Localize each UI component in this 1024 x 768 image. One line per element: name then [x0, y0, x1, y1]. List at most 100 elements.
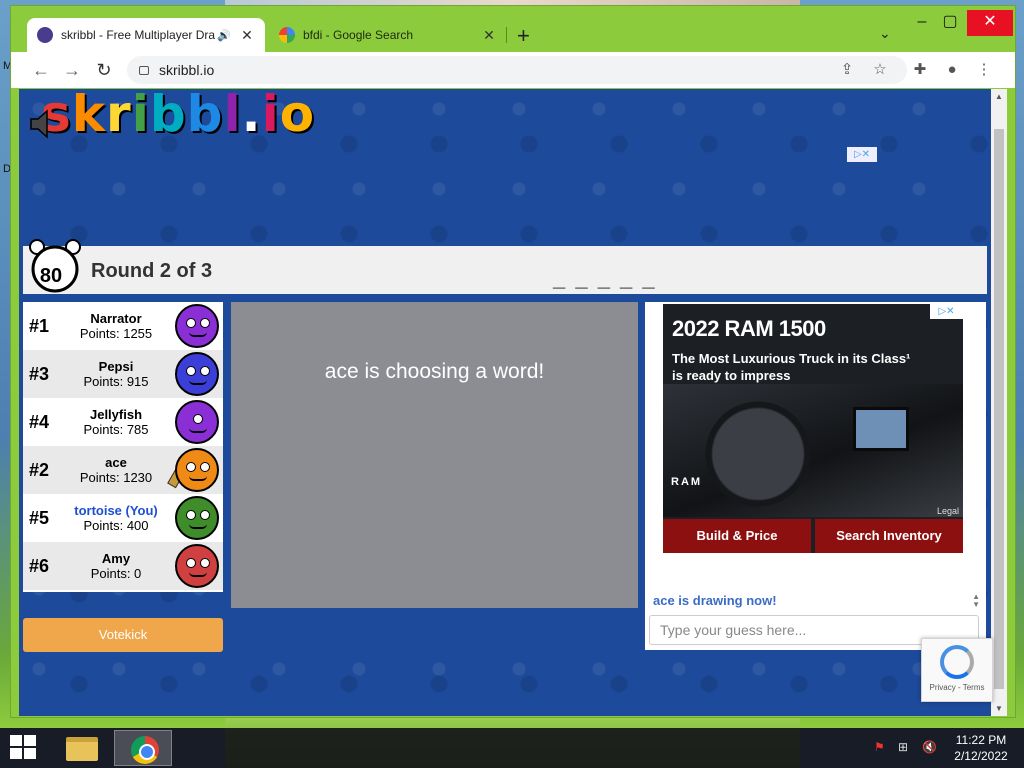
player-row[interactable]: #6 Amy Points: 0	[23, 542, 223, 590]
chrome-icon	[131, 736, 159, 764]
logo-letter: b	[149, 89, 187, 143]
logo-letter: b	[186, 89, 224, 143]
maximize-button[interactable]: ▢	[933, 10, 967, 36]
player-list: #1 Narrator Points: 1255 #3 Pepsi Points…	[23, 302, 223, 592]
clock-date: 2/12/2022	[954, 749, 1008, 763]
player-points: Points: 0	[90, 566, 142, 581]
player-row[interactable]: #2 ace Points: 1230	[23, 446, 223, 494]
search-inventory-button[interactable]: Search Inventory	[815, 519, 963, 553]
avatar-icon	[175, 544, 219, 588]
browser-window: skribbl - Free Multiplayer Dra 🔊 ✕ bfdi …	[10, 5, 1016, 718]
avatar-mouth	[189, 332, 207, 337]
skribbl-page: skribbl.io ▷✕ 80 Round 2 of 3 _ _ _ _ _ …	[19, 89, 991, 716]
browser-toolbar: ← → ↻ skribbl.io ⇪ ☆ ✚ ● ⋮	[11, 52, 1015, 88]
timer-value: 80	[39, 265, 63, 287]
player-name: Narrator	[90, 311, 142, 326]
player-points: Points: 785	[83, 422, 149, 437]
tab-close-icon[interactable]: ✕	[481, 27, 497, 44]
tab-audio-icon[interactable]: 🔊	[217, 29, 231, 42]
avatar-mouth	[189, 476, 207, 481]
clock-time: 11:22 PM	[955, 733, 1007, 747]
chat-scroll-arrows-icon[interactable]: ▲ ▼	[972, 593, 980, 609]
folder-icon	[66, 737, 98, 761]
canvas-overlay-message: ace is choosing a word!	[324, 360, 545, 383]
avatar-eye	[200, 318, 210, 328]
truck-interior-image	[663, 384, 963, 517]
tab-google-search[interactable]: bfdi - Google Search ✕	[269, 18, 507, 52]
adchoices-icon[interactable]: ▷✕	[930, 304, 963, 319]
player-info: Amy Points: 0	[63, 551, 169, 581]
bookmark-star-icon[interactable]: ☆	[870, 60, 890, 80]
sound-speaker-icon[interactable]	[29, 109, 51, 139]
player-name: Amy	[101, 551, 131, 566]
adchoices-icon[interactable]: ▷✕	[847, 147, 877, 162]
player-points: Points: 1230	[79, 470, 153, 485]
truck-screen-image	[853, 407, 909, 451]
player-info: Narrator Points: 1255	[63, 311, 169, 341]
avatar-mouth	[189, 572, 207, 577]
file-explorer-taskbar-button[interactable]	[52, 730, 110, 766]
skribbl-favicon-icon	[37, 27, 53, 43]
profile-icon[interactable]: ●	[942, 60, 962, 80]
avatar-mouth	[189, 380, 207, 385]
volume-muted-icon[interactable]: 🔇	[922, 740, 937, 754]
start-tile	[24, 735, 36, 746]
votekick-button[interactable]: Votekick	[23, 618, 223, 652]
player-points: Points: 915	[83, 374, 149, 389]
ram-advertisement[interactable]: 2022 RAM 1500 The Most Luxurious Truck i…	[663, 304, 963, 553]
avatar-icon	[175, 400, 219, 444]
player-row[interactable]: #3 Pepsi Points: 915	[23, 350, 223, 398]
action-center-flag-icon[interactable]: ⚑	[874, 740, 885, 754]
word-hint: _ _ _ _ _	[553, 266, 657, 291]
player-info: ace Points: 1230	[63, 455, 169, 485]
player-row[interactable]: #4 Jellyfish Points: 785	[23, 398, 223, 446]
network-icon[interactable]: ⊞	[898, 740, 908, 754]
player-name: ace	[105, 455, 127, 470]
start-tile	[10, 735, 22, 746]
player-name: tortoise (You)	[74, 503, 158, 518]
start-tile	[10, 748, 22, 759]
player-name: Pepsi	[98, 359, 134, 374]
scroll-down-arrow-icon[interactable]: ▼	[995, 704, 1003, 713]
close-window-button[interactable]: ✕	[967, 10, 1013, 36]
windows-start-icon[interactable]	[10, 735, 38, 761]
avatar-eye	[200, 462, 210, 472]
player-row[interactable]: #5 tortoise (You) Points: 400	[23, 494, 223, 542]
avatar-eye	[186, 366, 196, 376]
scroll-up-arrow-icon[interactable]: ▲	[995, 92, 1003, 101]
player-rank: #1	[29, 315, 50, 336]
tab-strip: skribbl - Free Multiplayer Dra 🔊 ✕ bfdi …	[11, 6, 1015, 52]
game-top-bar: 80 Round 2 of 3 _ _ _ _ _	[23, 239, 987, 294]
chat-panel: 2022 RAM 1500 The Most Luxurious Truck i…	[645, 302, 986, 650]
recaptcha-icon	[940, 645, 974, 679]
player-name: Jellyfish	[89, 407, 143, 422]
taskbar-clock[interactable]: 11:22 PM 2/12/2022	[946, 732, 1016, 764]
start-tile	[24, 748, 36, 759]
ram-logo: RAM	[671, 476, 703, 488]
menu-kebab-icon[interactable]: ⋮	[974, 60, 994, 80]
avatar-eye	[193, 414, 203, 424]
chrome-taskbar-button[interactable]	[114, 730, 172, 766]
tab-close-icon[interactable]: ✕	[239, 27, 255, 44]
player-row[interactable]: #1 Narrator Points: 1255	[23, 302, 223, 350]
tab-skribbl[interactable]: skribbl - Free Multiplayer Dra 🔊 ✕	[27, 18, 265, 52]
recaptcha-badge[interactable]: Privacy - Terms	[921, 638, 993, 702]
reload-icon[interactable]: ↻	[92, 58, 116, 82]
page-scrollbar[interactable]: ▲ ▼	[991, 89, 1007, 716]
player-rank: #4	[29, 411, 50, 432]
share-icon[interactable]: ⇪	[837, 60, 857, 80]
recaptcha-privacy-terms[interactable]: Privacy - Terms	[922, 683, 992, 692]
logo-letter: .	[241, 89, 262, 143]
new-tab-button[interactable]: +	[517, 23, 530, 49]
extensions-icon[interactable]: ✚	[910, 60, 930, 80]
avatar-eye	[200, 558, 210, 568]
ad-legal-link[interactable]: Legal	[937, 506, 959, 516]
forward-icon[interactable]: →	[60, 58, 84, 82]
tab-search-chevron-icon[interactable]: ⌄	[879, 25, 891, 42]
drawing-canvas[interactable]: ace is choosing a word!	[231, 302, 638, 608]
tab-title: skribbl - Free Multiplayer Dra	[61, 28, 216, 42]
scrollbar-thumb[interactable]	[994, 129, 1004, 689]
address-bar[interactable]: skribbl.io	[127, 56, 907, 84]
back-icon[interactable]: ←	[29, 58, 53, 82]
build-price-button[interactable]: Build & Price	[663, 519, 811, 553]
